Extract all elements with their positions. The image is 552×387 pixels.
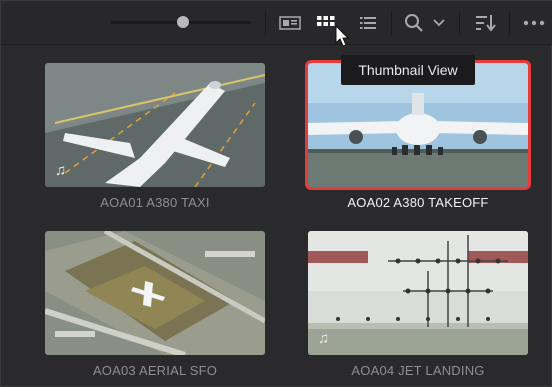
toolbar-divider: [265, 11, 266, 35]
metadata-view-icon: [279, 16, 301, 30]
mouse-cursor-icon: [335, 24, 351, 54]
list-view-button[interactable]: [353, 9, 383, 37]
list-view-icon: [359, 15, 377, 31]
clip-thumbnail[interactable]: ♫: [45, 63, 265, 187]
thumbnail-grid-icon: [316, 15, 336, 31]
clip-label: AOA04 JET LANDING: [351, 363, 485, 378]
toolbar-divider: [509, 11, 510, 35]
thumbnail-view-tooltip: Thumbnail View: [341, 55, 475, 85]
clip-thumbnail[interactable]: ♫: [308, 231, 528, 355]
more-options-icon: [523, 20, 545, 26]
sort-icon: [475, 14, 497, 32]
metadata-view-button[interactable]: [275, 9, 305, 37]
sort-button[interactable]: [471, 9, 501, 37]
search-button[interactable]: [399, 9, 429, 37]
more-options-button[interactable]: [519, 9, 549, 37]
clip-label: AOA02 A380 TAKEOFF: [347, 195, 489, 210]
clip-thumbnail[interactable]: [45, 231, 265, 355]
zoom-slider-thumb[interactable]: [177, 16, 189, 28]
audio-note-icon: ♫: [55, 162, 67, 179]
toolbar-divider: [459, 11, 460, 35]
clip-label: AOA01 A380 TAXI: [100, 195, 210, 210]
toolbar-divider: [391, 11, 392, 35]
audio-note-icon: ♫: [318, 330, 330, 347]
search-icon: [404, 13, 424, 33]
media-pool-panel: ♫ AOA01 A380 TAXI AOA02 A380 TAKEOFF AOA…: [0, 0, 552, 387]
media-pool-toolbar: [1, 1, 552, 47]
search-options-dropdown[interactable]: [429, 9, 449, 37]
chevron-down-icon: [433, 19, 445, 27]
clip-label: AOA03 AERIAL SFO: [92, 363, 218, 378]
